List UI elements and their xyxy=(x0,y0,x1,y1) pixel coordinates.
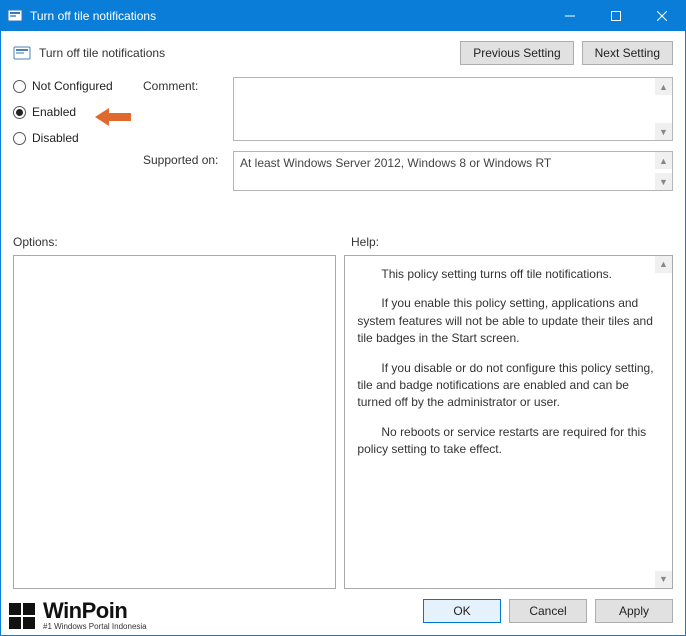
help-label: Help: xyxy=(343,235,673,249)
minimize-button[interactable] xyxy=(547,1,593,31)
radio-label: Enabled xyxy=(32,105,76,119)
apply-button[interactable]: Apply xyxy=(595,599,673,623)
help-pane: This policy setting turns off tile notif… xyxy=(344,255,673,589)
dialog-window: Turn off tile notifications Turn off til… xyxy=(0,0,686,636)
app-icon xyxy=(7,8,23,24)
radio-enabled[interactable]: Enabled xyxy=(13,105,143,119)
scroll-up-icon[interactable]: ▲ xyxy=(655,152,672,169)
radio-not-configured[interactable]: Not Configured xyxy=(13,79,143,93)
titlebar[interactable]: Turn off tile notifications xyxy=(1,1,685,31)
help-paragraph: If you disable or do not configure this … xyxy=(357,360,660,412)
radio-disabled[interactable]: Disabled xyxy=(13,131,143,145)
scroll-down-icon[interactable]: ▼ xyxy=(655,123,672,140)
supported-on-value: At least Windows Server 2012, Windows 8 … xyxy=(240,156,551,170)
cancel-button[interactable]: Cancel xyxy=(509,599,587,623)
window-controls xyxy=(547,1,685,31)
mid-labels: Options: Help: xyxy=(13,235,673,249)
radio-icon xyxy=(13,106,26,119)
watermark-subtitle: #1 Windows Portal Indonesia xyxy=(43,622,147,631)
help-paragraph: If you enable this policy setting, appli… xyxy=(357,295,660,347)
radio-label: Disabled xyxy=(32,131,79,145)
radio-icon xyxy=(13,132,26,145)
state-radio-group: Not Configured Enabled Disabled xyxy=(13,77,143,145)
supported-on-label: Supported on: xyxy=(143,151,233,167)
close-button[interactable] xyxy=(639,1,685,31)
previous-setting-button[interactable]: Previous Setting xyxy=(460,41,573,65)
options-pane xyxy=(13,255,336,589)
maximize-button[interactable] xyxy=(593,1,639,31)
next-setting-button[interactable]: Next Setting xyxy=(582,41,673,65)
supported-on-box: At least Windows Server 2012, Windows 8 … xyxy=(233,151,673,191)
scroll-up-icon[interactable]: ▲ xyxy=(655,78,672,95)
ok-button[interactable]: OK xyxy=(423,599,501,623)
window-title: Turn off tile notifications xyxy=(30,9,156,23)
scroll-down-icon[interactable]: ▼ xyxy=(655,571,672,588)
panes: This policy setting turns off tile notif… xyxy=(13,255,673,589)
help-paragraph: This policy setting turns off tile notif… xyxy=(357,266,660,283)
comment-textarea[interactable]: ▲ ▼ xyxy=(233,77,673,141)
nav-buttons: Previous Setting Next Setting xyxy=(460,41,673,65)
dialog-buttons: OK Cancel Apply xyxy=(13,599,673,623)
policy-setting-icon xyxy=(13,44,31,62)
help-paragraph: No reboots or service restarts are requi… xyxy=(357,424,660,459)
upper-grid: Not Configured Enabled Disabled Comment:… xyxy=(13,77,673,221)
radio-label: Not Configured xyxy=(32,79,113,93)
setting-title: Turn off tile notifications xyxy=(39,46,165,60)
client-area: Turn off tile notifications Previous Set… xyxy=(1,31,685,635)
options-label: Options: xyxy=(13,235,343,249)
radio-icon xyxy=(13,80,26,93)
scroll-down-icon[interactable]: ▼ xyxy=(655,173,672,190)
header-row: Turn off tile notifications Previous Set… xyxy=(13,41,673,65)
scroll-up-icon[interactable]: ▲ xyxy=(655,256,672,273)
comment-label: Comment: xyxy=(143,77,233,93)
